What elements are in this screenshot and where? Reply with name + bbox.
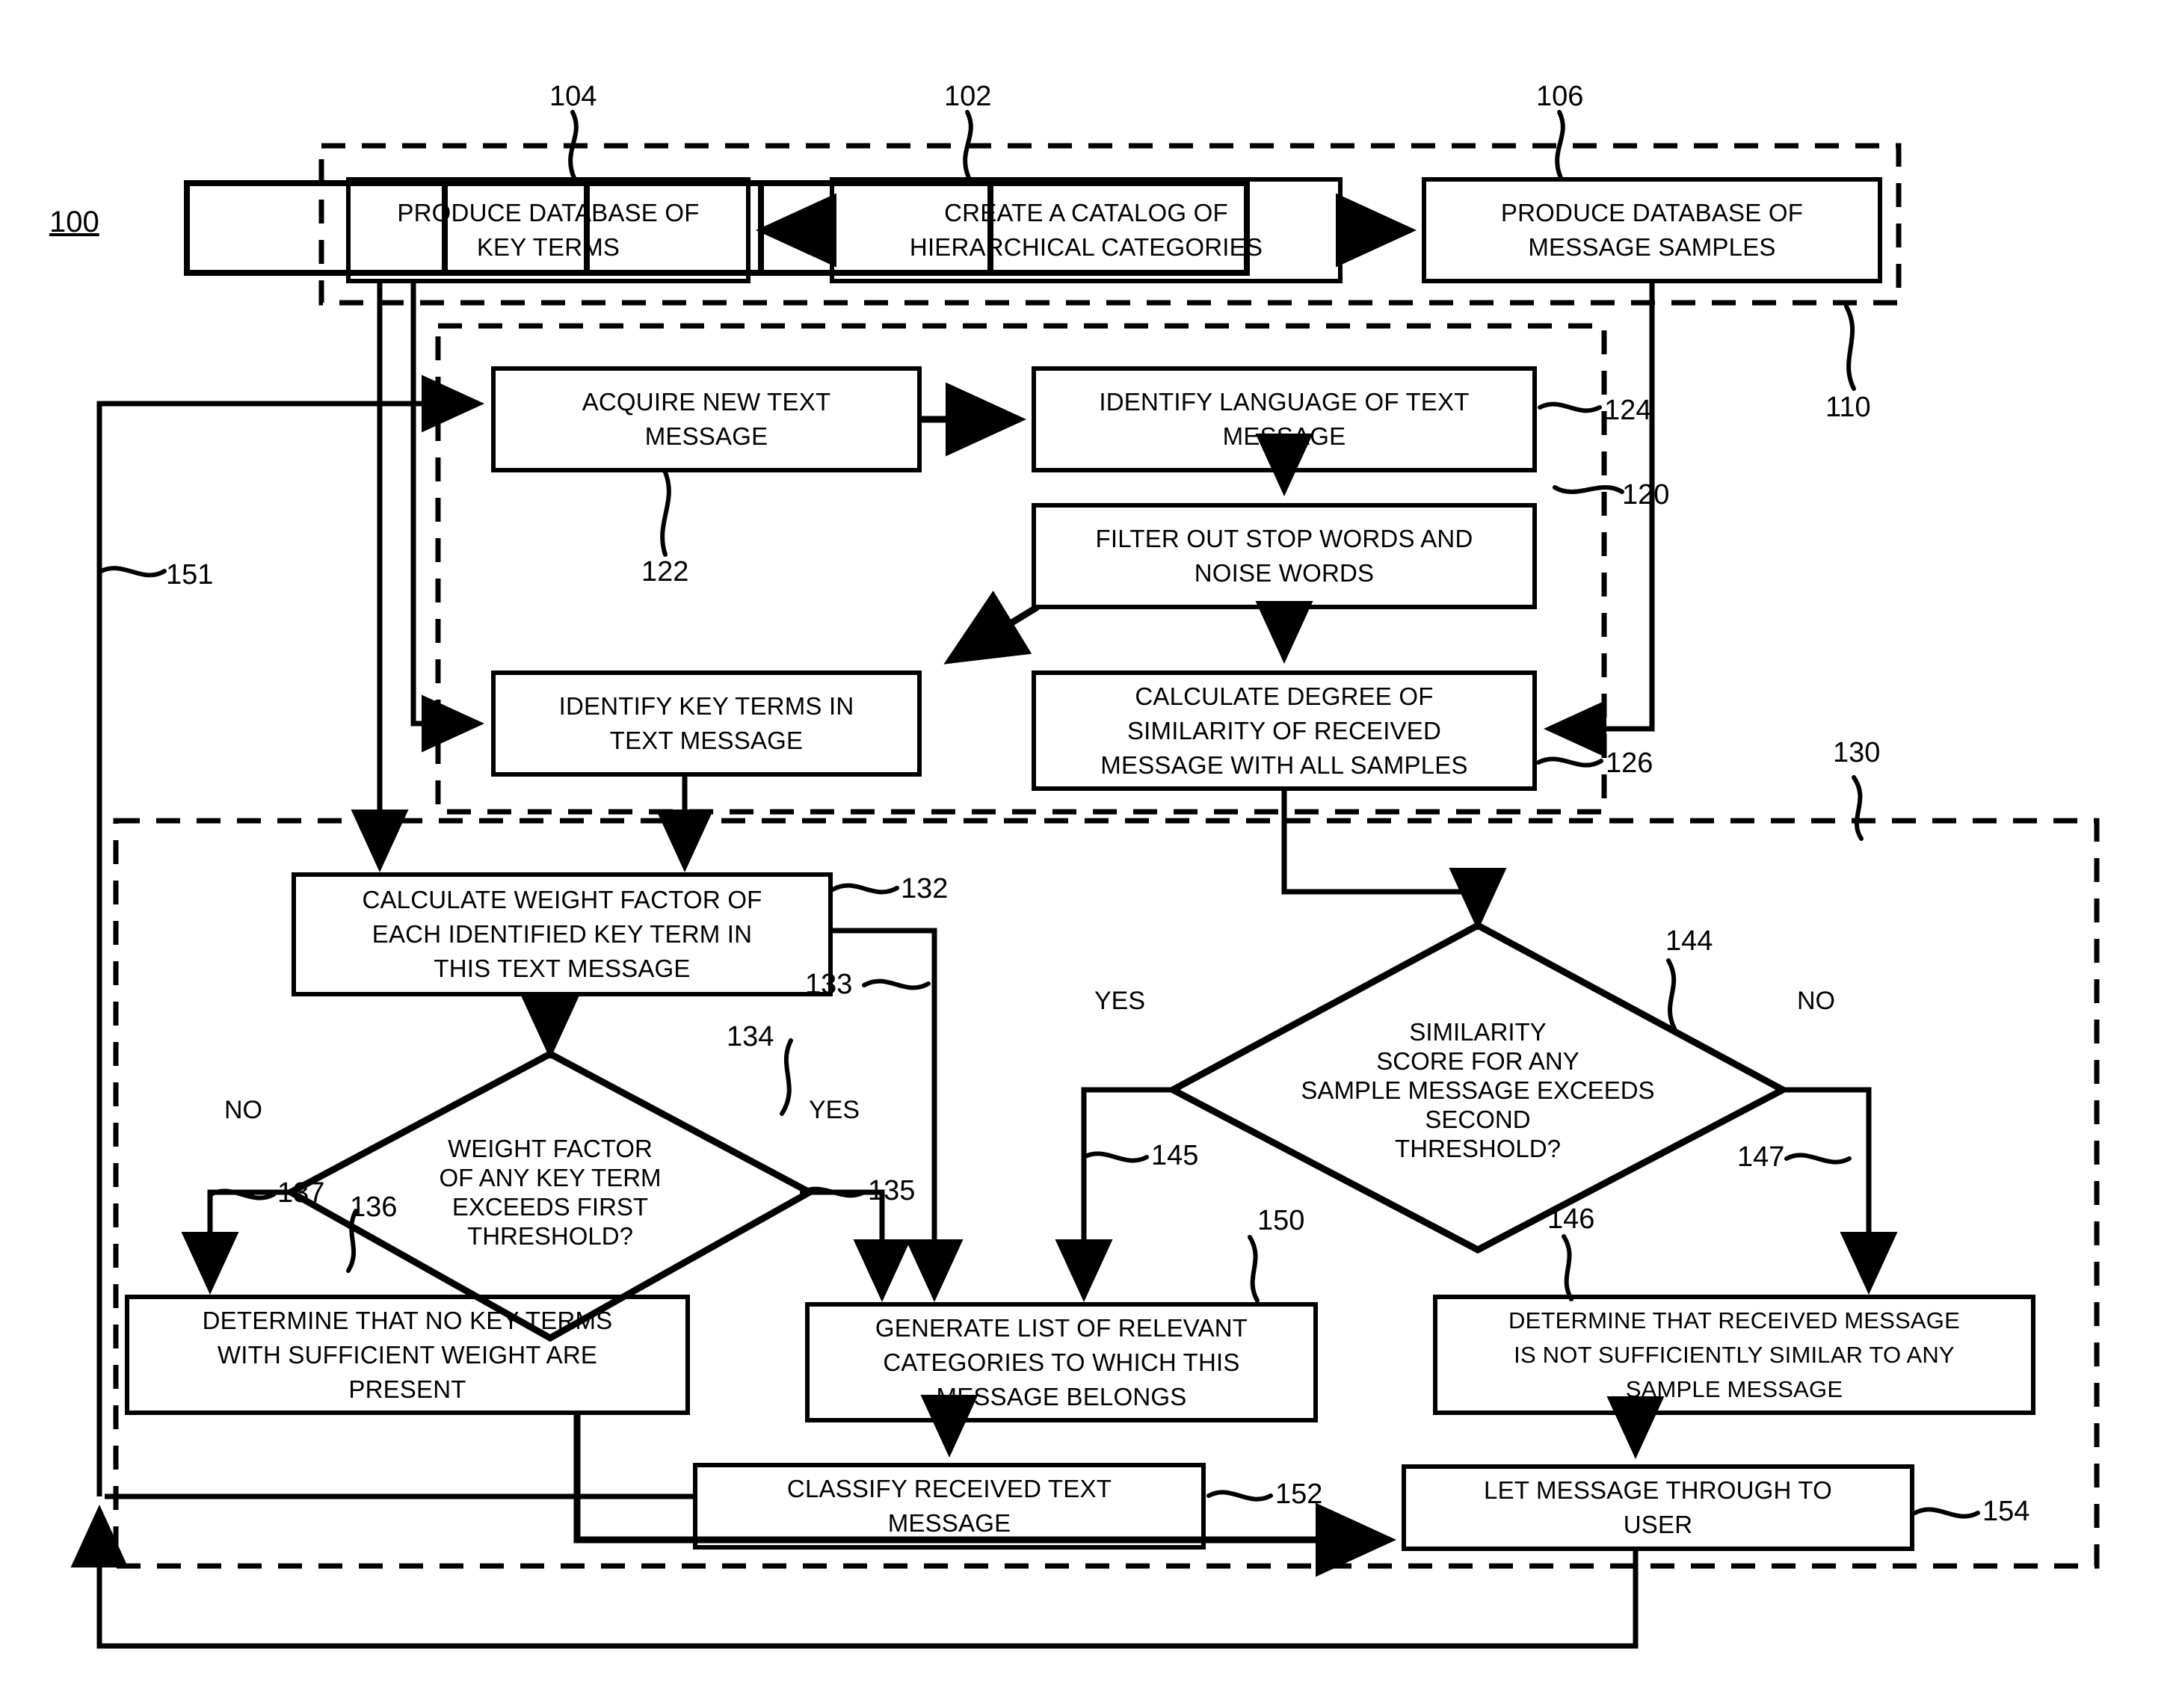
shape-box-150: [805, 1302, 1318, 1422]
leader-145: [1082, 1151, 1149, 1163]
leader-136: [346, 1209, 358, 1273]
edge-104-to-identify-key-terms: [410, 281, 484, 753]
box-102: [442, 180, 993, 276]
shape-box-122: [491, 366, 922, 472]
shape-box-136: [125, 1295, 690, 1415]
shape-box-106: [1422, 177, 1882, 283]
shape-box-154: [1402, 1464, 1914, 1551]
leader-150: [1248, 1235, 1260, 1303]
shape-box-104: [346, 177, 750, 283]
group-120-dashed-boundary: [435, 323, 1607, 815]
flowchart-canvas: [70, 110, 2100, 1649]
edge-filter-to-identify: [943, 591, 1040, 665]
leader-154: [1913, 1507, 1980, 1519]
leader-122: [660, 470, 671, 557]
leader-144: [1666, 958, 1677, 1031]
leader-120: [1553, 485, 1624, 494]
leader-146: [1562, 1234, 1574, 1301]
leader-151: [97, 566, 167, 578]
leader-132: [830, 883, 899, 895]
leader-130: [1852, 775, 1864, 841]
edge-151-return-into-122: [96, 374, 484, 1496]
edge-126-to-144: [1281, 789, 1507, 931]
leader-152: [1206, 1490, 1273, 1502]
edge-147-no-to-146: [1783, 1087, 1898, 1295]
shape-box-132: [292, 872, 833, 996]
leader-126: [1536, 756, 1603, 768]
group-130-dashed-boundary: [113, 818, 2100, 1569]
shape-box-124: [1032, 366, 1537, 472]
patent-flowchart-figure: 100 PRODUCE DATABASE OF KEY TERMS CREATE…: [0, 0, 2173, 1708]
shape-box-126: [1032, 670, 1537, 791]
edge-135-yes-to-150: [810, 1189, 911, 1302]
leader-110: [1844, 304, 1856, 391]
leader-133: [862, 978, 931, 990]
shape-box-filter: [1032, 503, 1537, 609]
shape-box-102: [830, 177, 1343, 283]
shape-box-146: [1433, 1295, 2035, 1415]
shape-box-152: [693, 1463, 1206, 1550]
leader-147: [1784, 1153, 1852, 1165]
edge-145-yes-to-150: [1055, 1087, 1173, 1302]
leader-134: [780, 1038, 793, 1116]
edge-136-to-return-rail: [105, 1413, 580, 1499]
shape-diamond-144: [1165, 921, 1790, 1254]
shape-box-identify-key-terms: [491, 670, 922, 777]
leader-124: [1538, 401, 1602, 413]
edge-152-to-154: [573, 1413, 1396, 1577]
edge-137-no-to-136: [181, 1189, 291, 1295]
box-104: [184, 180, 590, 276]
leader-106: [1555, 110, 1565, 180]
edge-106-to-126: [1544, 281, 1655, 758]
